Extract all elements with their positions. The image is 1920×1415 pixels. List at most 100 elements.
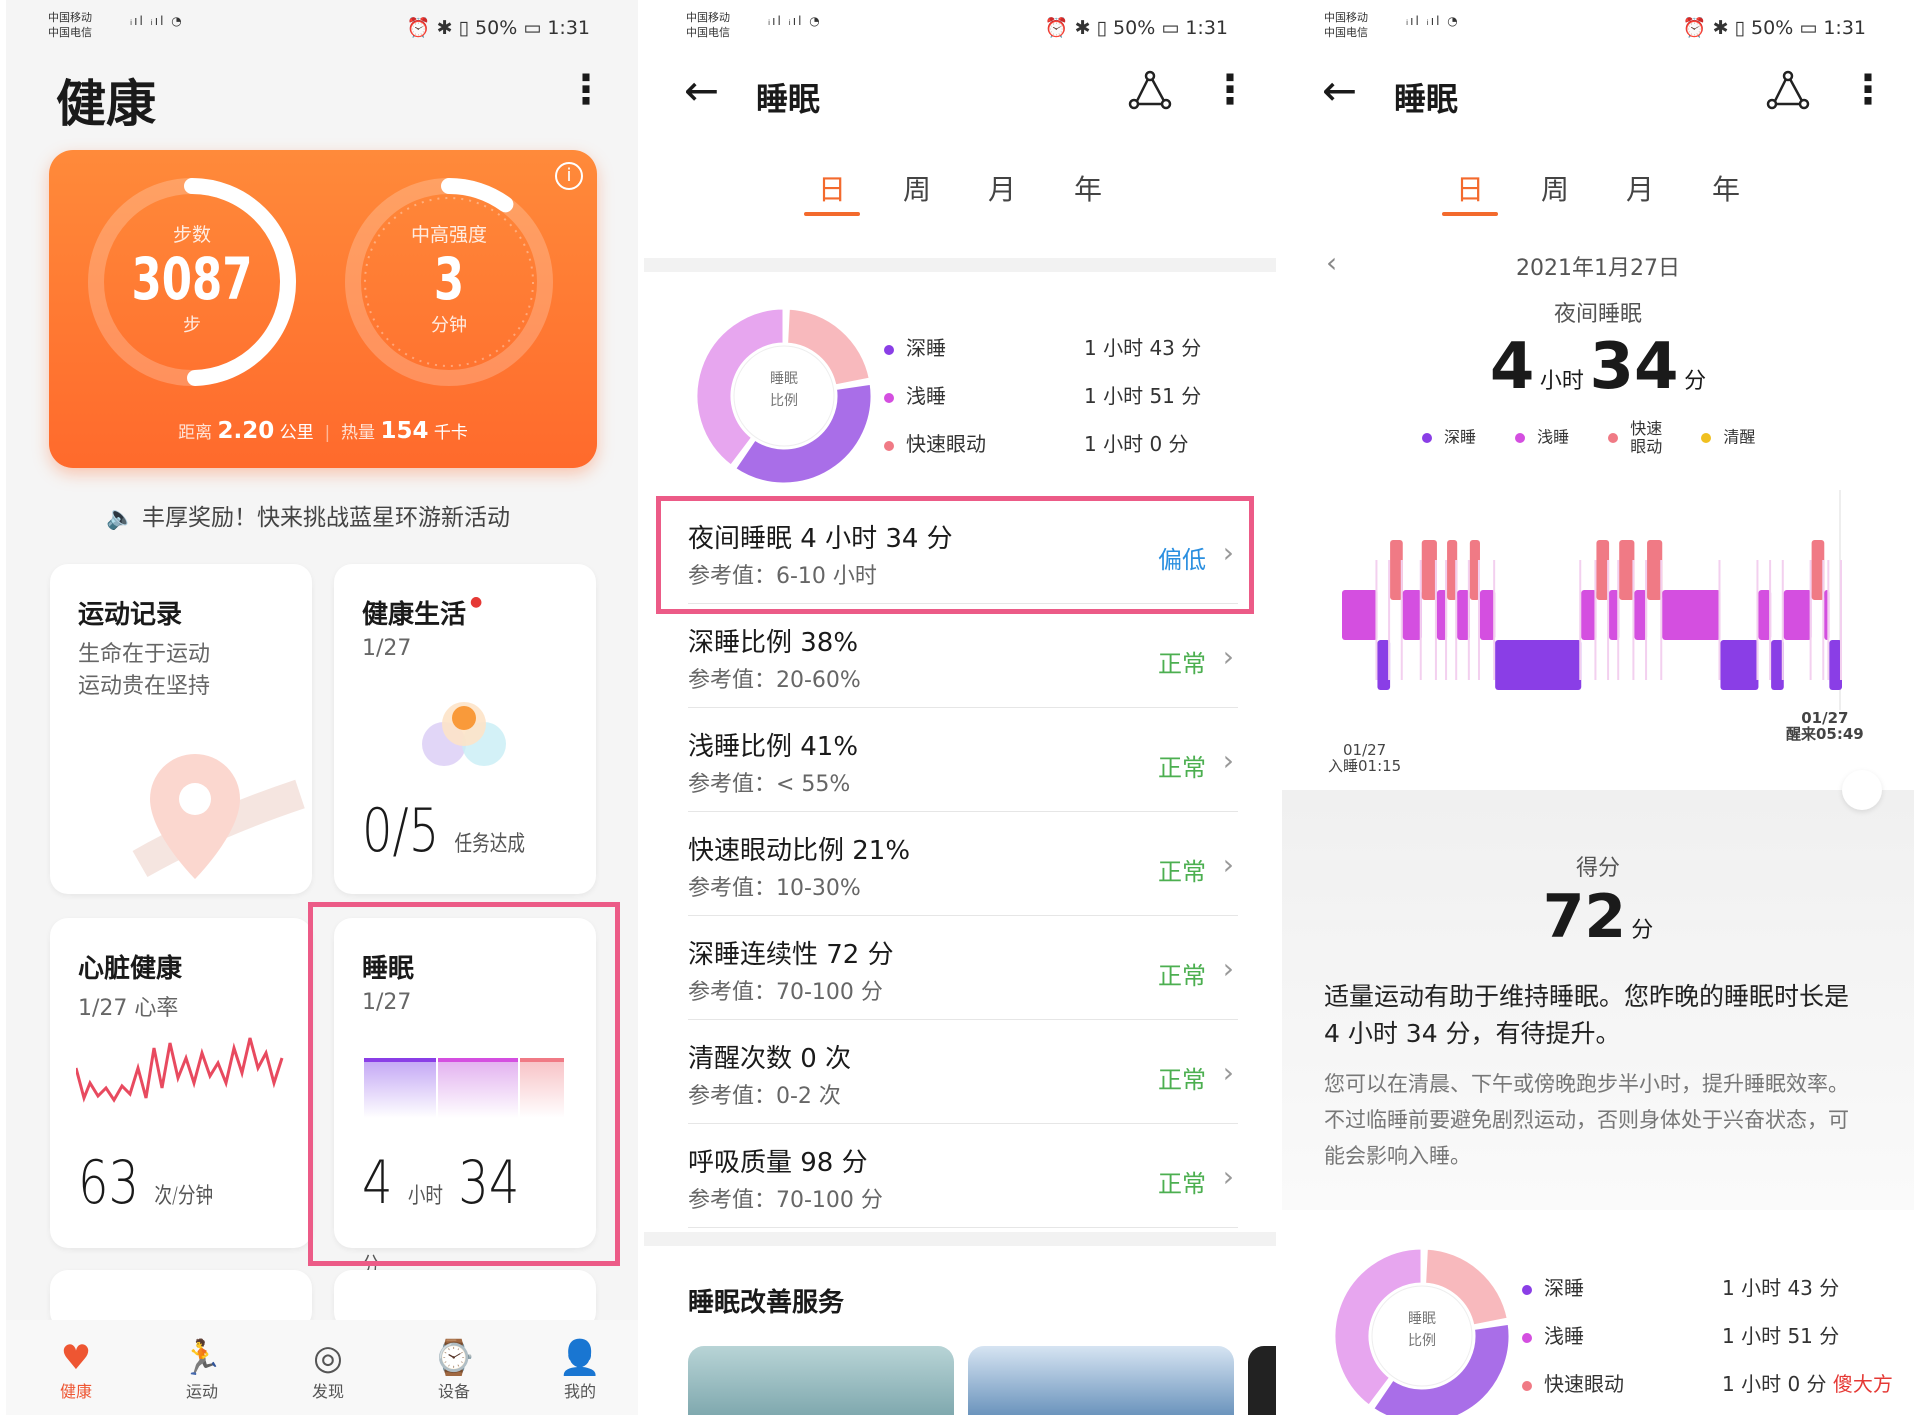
metric-row[interactable]: 深睡比例 38% 参考值：20-60% 正常 › xyxy=(688,604,1238,708)
metric-status: 正常 xyxy=(1158,1170,1206,1198)
calorie-unit: 千卡 xyxy=(433,423,468,443)
metric-row[interactable]: 浅睡比例 41% 参考值：< 55% 正常 › xyxy=(688,708,1238,812)
page-title: 健康 xyxy=(56,75,156,133)
metric-title: 浅睡比例 41% xyxy=(688,732,859,762)
healthy-life-card[interactable]: 健康生活 ● 1/27 0/5 任务达成 xyxy=(334,564,596,894)
distance-value: 2.20 xyxy=(217,418,275,444)
share-graph-icon[interactable] xyxy=(1766,70,1810,110)
service-card-3[interactable] xyxy=(1248,1346,1276,1415)
stage-connector xyxy=(1388,560,1391,680)
steps-label: 步数 xyxy=(172,224,211,246)
sleep-stage-bar xyxy=(1783,590,1812,640)
tab-month[interactable]: 月 xyxy=(972,168,1032,208)
tab-health[interactable]: ♥ 健康 xyxy=(36,1338,116,1402)
person-icon: 👤 xyxy=(558,1338,602,1378)
stage-legend: 深睡 浅睡 快速眼动 清醒 xyxy=(1422,420,1755,456)
exercise-line1: 生命在于运动 xyxy=(78,642,211,667)
metric-status: 正常 xyxy=(1158,650,1206,678)
stage-connector xyxy=(1579,560,1582,680)
intensity-value: 3 xyxy=(433,245,465,313)
stage-connector xyxy=(1645,560,1648,680)
distance-label: 距离 xyxy=(178,423,213,443)
sleep-start-label: 入睡01:15 xyxy=(1328,757,1402,775)
highlight-box xyxy=(656,496,1254,614)
notification-dot: ● xyxy=(470,594,483,610)
heart-rate-sparkline xyxy=(76,1037,284,1103)
battery-icon: ▭ xyxy=(1161,17,1180,39)
metric-reference: 参考值：< 55% xyxy=(688,772,851,797)
alarm-icon: ⏰ ✱ ▯ xyxy=(1044,17,1107,39)
carrier-2: 中国电信 xyxy=(48,26,92,39)
page-title: 睡眠 xyxy=(1394,80,1459,118)
status-bar: 中国移动 中国电信 ᵢıl ᵢıl ◔ ⏰ ✱ ▯ 50% ▭ 1:31 xyxy=(1324,11,1866,39)
stage-connector xyxy=(1477,560,1480,680)
stage-connector xyxy=(1493,560,1496,680)
tab-devices[interactable]: ⌚ 设备 xyxy=(414,1338,494,1402)
more-icon[interactable]: ⋮ xyxy=(566,70,606,110)
intensity-label: 中高强度 xyxy=(410,224,487,246)
back-arrow-icon[interactable]: ← xyxy=(684,70,719,112)
announcement-text: 丰厚奖励！快来挑战蓝星环游新活动 xyxy=(141,505,510,531)
highlight-box xyxy=(308,902,620,1266)
tab-discover[interactable]: ◎ 发现 xyxy=(288,1338,368,1402)
announcement[interactable]: 🔈 丰厚奖励！快来挑战蓝星环游新活动 xyxy=(106,498,510,532)
stage-connector xyxy=(1660,560,1663,680)
battery-icon: ▭ xyxy=(1799,17,1818,39)
exercise-card[interactable]: 运动记录 生命在于运动 运动贵在坚持 xyxy=(50,564,312,894)
tab-week[interactable]: 周 xyxy=(887,168,947,208)
signal-icon: ᵢıl ᵢıl ◔ xyxy=(1406,14,1460,28)
more-icon[interactable]: ⋮ xyxy=(1210,70,1250,110)
healthy-title: 健康生活 xyxy=(362,600,467,630)
advice-detail: 您可以在清晨、下午或傍晚跑步半小时，提升睡眠效率。不过临睡前要避免剧烈运动，否则… xyxy=(1324,1072,1849,1168)
legend-deep: 深睡 xyxy=(884,332,946,361)
chevron-right-icon: › xyxy=(1222,848,1234,881)
chevron-right-icon: › xyxy=(1222,640,1234,673)
activity-card[interactable]: 步数 3087 步 中高强度 3 分钟 i 距离 2.20 公里 | 热量 15… xyxy=(49,150,597,468)
metric-title: 快速眼动比例 21% xyxy=(688,836,911,866)
metric-reference: 参考值：10-30% xyxy=(688,876,861,901)
tab-year[interactable]: 年 xyxy=(1696,168,1756,208)
service-card-2[interactable] xyxy=(968,1346,1234,1415)
healthy-date: 1/27 xyxy=(362,636,412,661)
healthy-unit: 任务达成 xyxy=(454,832,525,857)
metric-title: 清醒次数 0 次 xyxy=(688,1044,852,1074)
end-date: 01/27 xyxy=(1801,709,1849,727)
tab-day[interactable]: 日 xyxy=(802,168,862,208)
tab-year[interactable]: 年 xyxy=(1058,168,1118,208)
tab-underline xyxy=(804,212,860,216)
sleep-stage-bar xyxy=(1581,590,1597,640)
score-value: 72 xyxy=(1542,882,1627,952)
tab-week[interactable]: 周 xyxy=(1525,168,1585,208)
sleep-detail-panel: 中国移动 中国电信 ᵢıl ᵢıl ◔ ⏰ ✱ ▯ 50% ▭ 1:31 ← 睡眠… xyxy=(1282,0,1914,1415)
metric-row[interactable]: 清醒次数 0 次参考值：0-2 次 正常 › xyxy=(688,1020,1238,1124)
scrubber-handle[interactable] xyxy=(1842,770,1882,810)
status-bar: 中国移动 中国电信 ᵢıl ᵢıl ◔ ⏰ ✱ ▯ 50% ▭ 1:31 xyxy=(686,11,1228,39)
share-graph-icon[interactable] xyxy=(1128,70,1172,110)
tab-month[interactable]: 月 xyxy=(1610,168,1670,208)
carrier-1: 中国移动 xyxy=(48,11,92,24)
tab-exercise[interactable]: 🏃 运动 xyxy=(162,1338,242,1402)
info-icon[interactable]: i xyxy=(555,162,583,190)
legend-deep-value: 1 小时 43 分 xyxy=(1084,336,1202,360)
heart-sub: 1/27 心率 xyxy=(78,996,179,1021)
metric-row[interactable]: 快速眼动比例 21% 参考值：10-30% 正常 › xyxy=(688,812,1238,916)
stage-connector xyxy=(1455,560,1458,680)
tab-me[interactable]: 👤 我的 xyxy=(540,1338,620,1402)
legend-light-value: 1 小时 51 分 xyxy=(1084,384,1202,408)
metric-row[interactable]: 呼吸质量 98 分参考值：70-100 分 正常 › xyxy=(688,1124,1238,1228)
sleep-stage-bar xyxy=(1619,540,1635,600)
back-arrow-icon[interactable]: ← xyxy=(1322,70,1357,112)
sleep-duration: 4 小时 34 分 xyxy=(1489,330,1707,404)
tab-day[interactable]: 日 xyxy=(1440,168,1500,208)
metric-title: 深睡连续性 72 分 xyxy=(688,940,894,970)
heart-icon: ♥ xyxy=(60,1338,92,1378)
score-unit: 分 xyxy=(1631,918,1654,943)
legend-rem: 快速眼动 xyxy=(884,428,986,457)
more-icon[interactable]: ⋮ xyxy=(1848,70,1888,110)
sleep-stage-bar xyxy=(1421,540,1437,600)
service-card-1[interactable] xyxy=(688,1346,954,1415)
heart-card[interactable]: 心脏健康 1/27 心率 63 次/分钟 xyxy=(50,918,312,1248)
discover-icon: ◎ xyxy=(313,1338,343,1378)
metric-reference: 参考值：70-100 分 xyxy=(688,980,883,1005)
metric-row[interactable]: 深睡连续性 72 分参考值：70-100 分 正常 › xyxy=(688,916,1238,1020)
